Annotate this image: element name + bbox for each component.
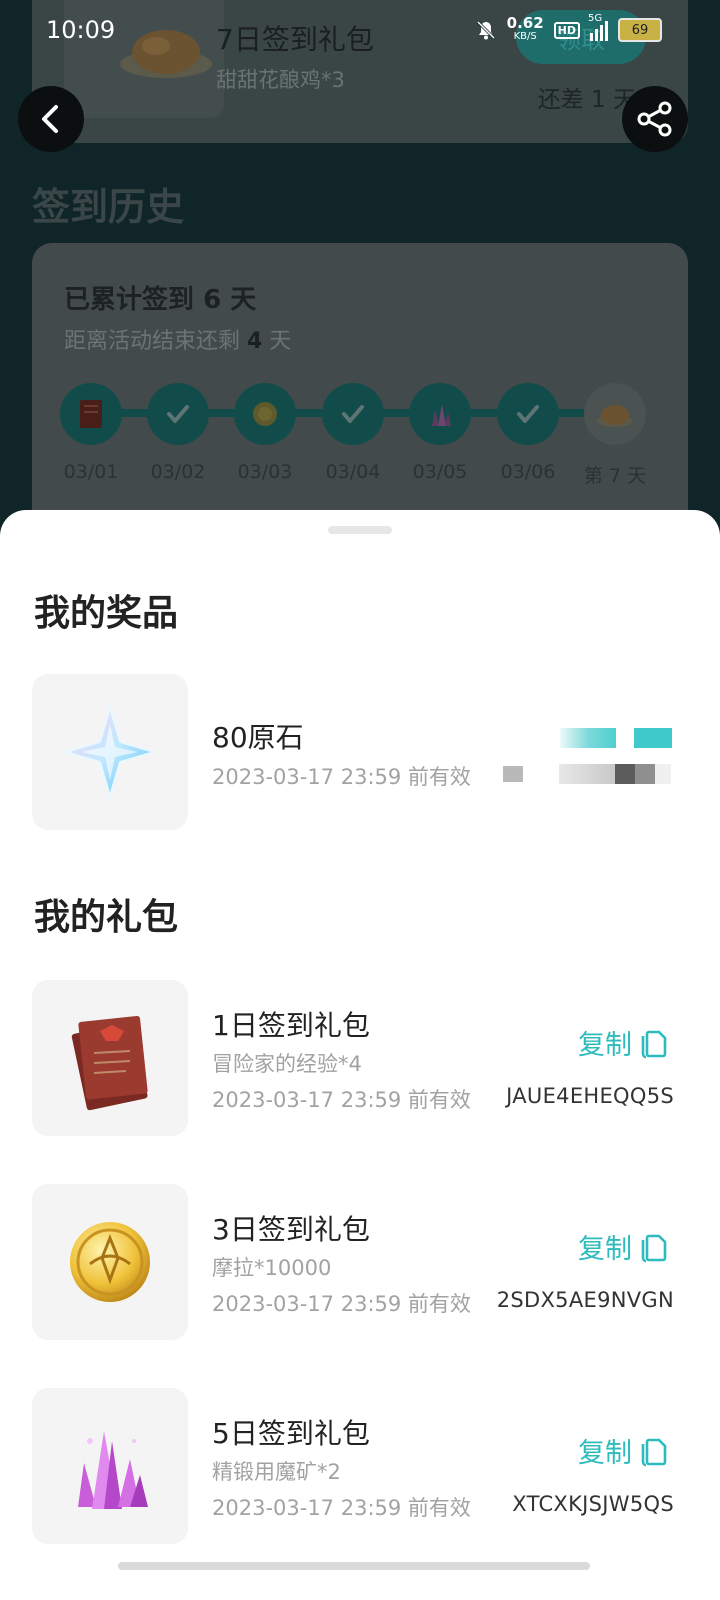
gift-expiry-1: 2023-03-17 23:59 前有效 [212,1088,471,1112]
gift-expiry-2: 2023-03-17 23:59 前有效 [212,1292,471,1316]
gift-reward-1: 冒险家的经验*4 [212,1052,362,1076]
remain-prefix: 距离活动结束还剩 [64,329,247,354]
copy-label: 复制 [578,1030,632,1061]
remaining-days: 还差 1 天 [537,87,636,113]
gift-code-2[interactable]: 2SDX5AE9NVGN [497,1288,674,1312]
share-icon [637,101,672,137]
network-speed: 0.62 KB/S [507,16,544,44]
gift-reward-3: 精锻用魔矿*2 [212,1460,341,1484]
net-speed-value: 0.62 [506,14,544,32]
day-label-4: 03/04 [325,461,381,483]
status-bar: 10:09 0.62 KB/S HD 5G 69 [0,0,720,62]
copy-icon [641,1030,667,1058]
copy-button-3[interactable]: 复制 [578,1431,668,1470]
gifts-section-title: 我的礼包 [34,897,179,938]
redacted-code-top [560,728,672,748]
day-label-7: 第 7 天 [583,465,647,487]
signal-label: 5G [588,13,603,24]
crystal-icon [432,404,451,426]
day-node-2 [147,383,209,445]
home-indicator[interactable] [118,1562,590,1570]
copy-button-2[interactable]: 复制 [578,1227,668,1266]
crystal-ore-icon [78,1431,148,1509]
copy-label: 复制 [578,1234,632,1265]
total-days: 6 [203,285,222,315]
sheet-drag-handle[interactable] [328,526,392,534]
remain-days: 4 [247,329,263,354]
day-label-1: 03/01 [63,461,119,483]
redacted-code-bottom [503,764,671,784]
coin-icon [253,402,277,426]
hd-icon: HD [553,21,580,39]
copy-button-1[interactable]: 复制 [578,1023,668,1062]
day-label-2: 03/02 [150,461,206,483]
day-node-3 [234,383,296,445]
copy-label: 复制 [578,1438,632,1469]
gift-thumbnail-1 [32,980,188,1136]
gift-code-3[interactable]: XTCXKJSJW5QS [512,1492,674,1516]
book-icon [80,400,102,428]
back-button[interactable] [18,86,84,152]
gift-reward-2: 摩拉*10000 [212,1256,332,1280]
clock: 10:09 [46,16,116,44]
gift-subtitle: 甜甜花酿鸡*3 [216,68,345,92]
chicken-icon [597,405,633,427]
gift-thumbnail-3 [32,1388,188,1544]
day-node-4 [322,383,384,445]
gift-name-3: 5日签到礼包 [212,1417,370,1450]
copy-icon [641,1234,667,1262]
mora-coin-icon [70,1222,150,1302]
gift-name-1: 1日签到礼包 [212,1009,370,1042]
primogem-icon [62,704,158,800]
day-node-6 [497,383,559,445]
share-button[interactable] [622,86,688,152]
gift-expiry-3: 2023-03-17 23:59 前有效 [212,1496,471,1520]
gift-thumbnail-2 [32,1184,188,1340]
gift-name-2: 3日签到礼包 [212,1213,370,1246]
prizes-section-title: 我的奖品 [34,593,179,634]
battery-icon: 69 [618,18,662,42]
day-label-5: 03/05 [412,461,468,483]
gift-code-1[interactable]: JAUE4EHEQQ5S [506,1084,674,1108]
signal-icon: 5G [588,13,608,41]
check-icon [342,405,364,423]
check-icon [167,405,189,423]
book-icon [71,1015,148,1111]
event-remaining: 距离活动结束还剩 4 天 [64,323,291,355]
total-prefix: 已累计签到 [64,285,204,315]
day-label-6: 03/06 [500,461,556,483]
status-icons: 0.62 KB/S HD 5G 69 [475,13,662,44]
net-speed-unit: KB/S [513,31,537,42]
day-label-3: 03/03 [237,461,293,483]
day-node-7 [584,383,646,445]
history-title: 签到历史 [32,185,185,229]
prize-name: 80原石 [212,721,304,754]
check-icon [517,405,539,423]
rewards-bottom-sheet: 我的奖品 80原石 2023-03-17 23:59 前有效 我的礼包 1日签到… [0,510,720,1600]
mute-bell-icon [476,20,495,40]
chevron-left-icon [42,105,58,133]
copy-icon [641,1438,667,1466]
prize-thumbnail [32,674,188,830]
day-node-1 [60,383,122,445]
battery-level: 69 [631,22,649,38]
prize-expiry: 2023-03-17 23:59 前有效 [212,765,471,789]
total-suffix: 天 [221,285,257,315]
remain-suffix: 天 [262,329,292,354]
day-node-5 [409,383,471,445]
total-checkins: 已累计签到 6 天 [64,279,256,316]
